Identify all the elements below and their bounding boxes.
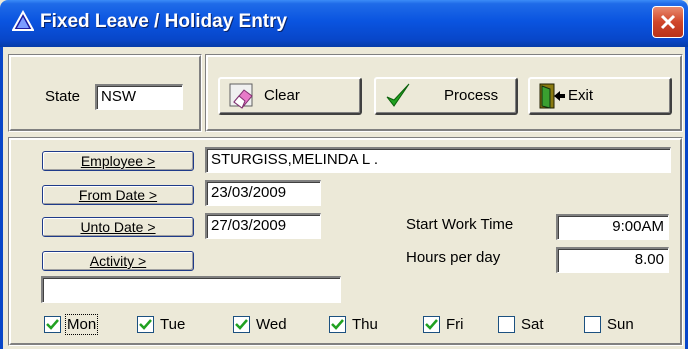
hours-per-day-field[interactable]: 8.00 bbox=[556, 247, 669, 273]
close-icon bbox=[660, 14, 676, 30]
checkbox-box[interactable] bbox=[584, 316, 601, 333]
state-label: State bbox=[45, 88, 81, 105]
check-icon bbox=[425, 319, 438, 330]
hours-per-day-label: Hours per day bbox=[406, 249, 501, 266]
unto-date-button[interactable]: Unto Date > bbox=[42, 217, 194, 237]
state-field[interactable]: NSW bbox=[95, 84, 183, 110]
unto-date-field[interactable]: 27/03/2009 bbox=[205, 213, 321, 239]
checkbox-label: Sat bbox=[521, 316, 544, 333]
activity-field[interactable] bbox=[41, 276, 341, 303]
checkbox-label: Fri bbox=[446, 316, 464, 333]
checkbox-box[interactable] bbox=[233, 316, 250, 333]
from-date-field[interactable]: 23/03/2009 bbox=[205, 180, 321, 206]
checkbox-box[interactable] bbox=[423, 316, 440, 333]
employee-field[interactable]: STURGISS,MELINDA L . bbox=[205, 147, 671, 173]
from-date-button[interactable]: From Date > bbox=[42, 185, 194, 205]
process-label: Process bbox=[444, 87, 499, 104]
exit-label: Exit bbox=[568, 87, 594, 104]
start-work-time-label: Start Work Time bbox=[406, 216, 514, 233]
clear-button[interactable]: Clear bbox=[218, 77, 362, 115]
checkbox-tue[interactable]: Tue bbox=[137, 316, 185, 333]
check-icon bbox=[331, 319, 344, 330]
checkbox-mon[interactable]: Mon bbox=[44, 314, 99, 335]
checkbox-box[interactable] bbox=[329, 316, 346, 333]
process-button[interactable]: Process bbox=[374, 77, 518, 115]
check-icon bbox=[46, 319, 59, 330]
checkbox-thu[interactable]: Thu bbox=[329, 316, 378, 333]
checkbox-label: Tue bbox=[160, 316, 186, 333]
checkbox-fri[interactable]: Fri bbox=[423, 316, 464, 333]
checkbox-box[interactable] bbox=[44, 316, 61, 333]
check-icon bbox=[235, 319, 248, 330]
checkbox-label: Mon bbox=[64, 314, 99, 335]
checkbox-box[interactable] bbox=[137, 316, 154, 333]
window-frame-left bbox=[0, 47, 3, 349]
close-button[interactable] bbox=[652, 6, 684, 38]
activity-button[interactable]: Activity > bbox=[42, 251, 194, 271]
employee-button[interactable]: Employee > bbox=[42, 151, 194, 171]
checkmark-icon bbox=[386, 83, 410, 107]
checkbox-label: Sun bbox=[607, 316, 634, 333]
eraser-icon bbox=[229, 83, 253, 109]
state-panel: State NSW bbox=[9, 55, 201, 131]
toolbar-panel: Clear Process Exit bbox=[206, 55, 682, 131]
checkbox-sat[interactable]: Sat bbox=[498, 316, 544, 333]
exit-button[interactable]: Exit bbox=[528, 77, 672, 115]
title-bar[interactable]: Fixed Leave / Holiday Entry bbox=[0, 0, 688, 47]
exit-door-icon bbox=[539, 83, 565, 109]
checkbox-box[interactable] bbox=[498, 316, 515, 333]
window-title: Fixed Leave / Holiday Entry bbox=[40, 11, 288, 32]
start-work-time-field[interactable]: 9:00AM bbox=[556, 214, 669, 240]
check-icon bbox=[139, 319, 152, 330]
checkbox-sun[interactable]: Sun bbox=[584, 316, 634, 333]
checkbox-label: Wed bbox=[256, 316, 287, 333]
clear-label: Clear bbox=[264, 87, 300, 104]
checkbox-wed[interactable]: Wed bbox=[233, 316, 287, 333]
checkbox-label: Thu bbox=[352, 316, 378, 333]
app-triangle-icon bbox=[12, 10, 34, 31]
